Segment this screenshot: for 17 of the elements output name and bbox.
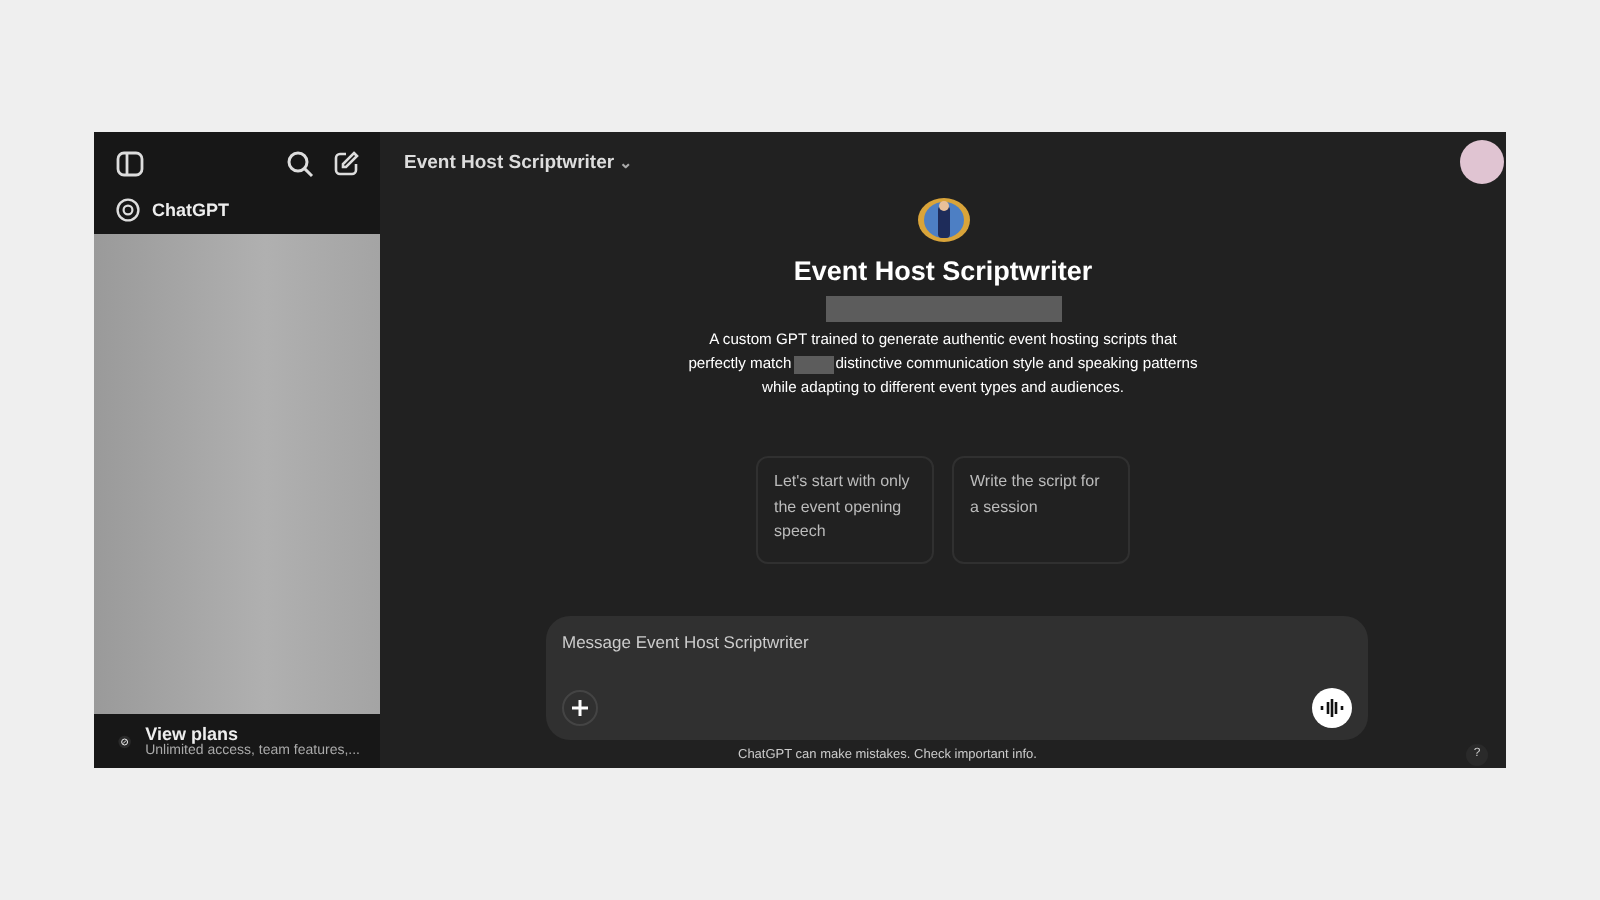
suggestion-card[interactable]: Let's start with only the event opening speech [756,456,934,564]
avatar[interactable] [1460,140,1504,184]
sidebar-toggle-icon[interactable] [116,150,144,178]
search-icon[interactable] [286,150,314,178]
new-chat-icon[interactable] [332,150,360,178]
gpt-title: Event Host Scriptwriter [793,256,1093,286]
gpt-logo-icon [915,196,971,244]
view-plans-title: View plans [145,724,240,744]
plus-icon [570,698,590,719]
chatgpt-logo-icon [116,198,140,222]
sidebar-item[interactable]: ChatGPT [94,190,380,234]
message-field[interactable]: Message Event Host Scriptwriter [562,632,1352,652]
waveform-icon [1320,698,1344,719]
voice-button[interactable] [1312,688,1352,729]
attach-button[interactable] [562,690,598,727]
gpt-selector[interactable]: Event Host Scriptwriter ⌄ [404,151,634,173]
suggestion-card[interactable]: Write the script for a session [952,456,1130,564]
